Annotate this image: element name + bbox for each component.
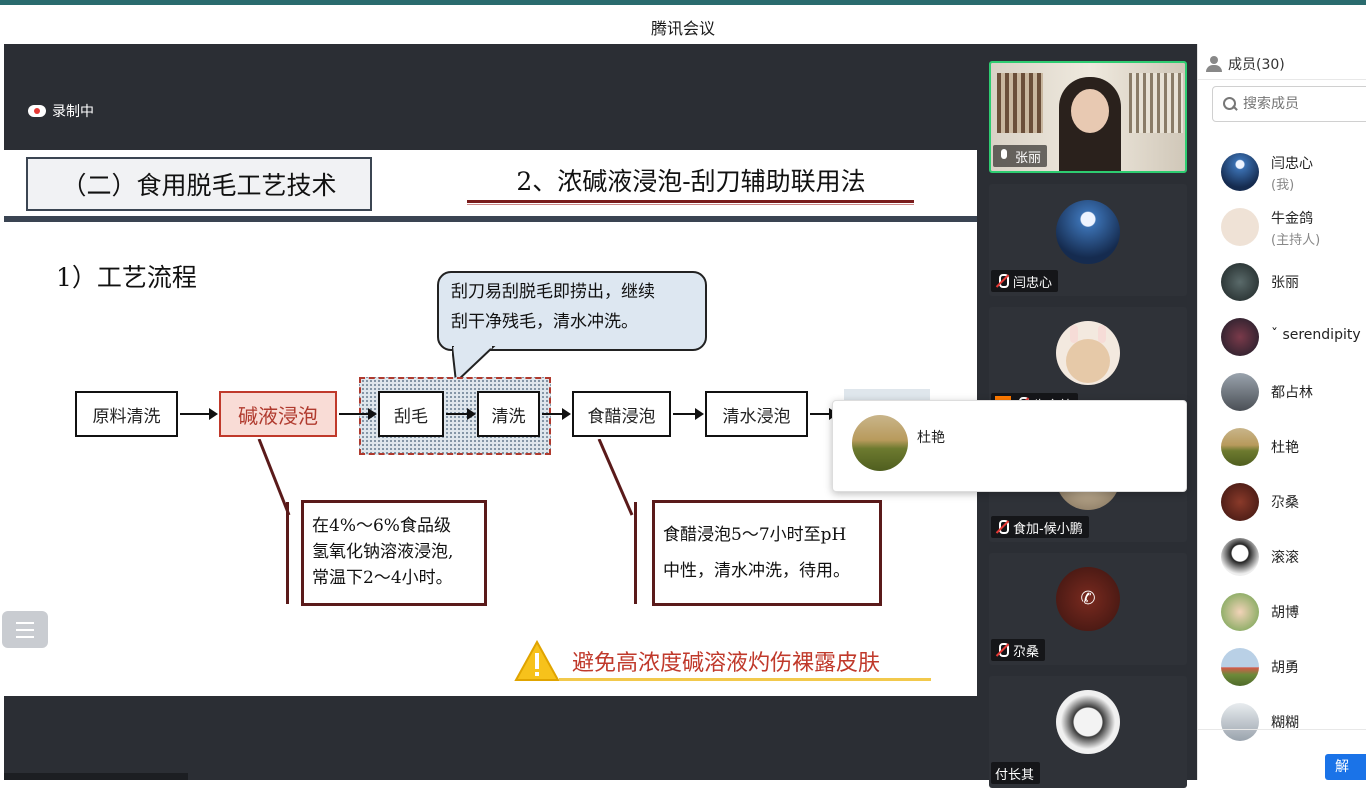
avatar [1221, 538, 1259, 576]
recording-indicator[interactable]: 录制中 [28, 101, 94, 121]
mic-muted-icon [995, 520, 1009, 534]
toolbar-menu-button[interactable] [2, 611, 48, 648]
phone-icon: ✆ [1080, 588, 1096, 609]
participant-name: 闫忠心 [1013, 275, 1053, 291]
flow-arrow [339, 408, 377, 420]
member-item[interactable]: 胡勇 [1198, 639, 1366, 694]
member-search[interactable] [1212, 86, 1366, 122]
warning-icon [514, 640, 560, 681]
note-alkali: 在4%～6%食品级 氢氧化钠溶液浸泡, 常温下2～4小时。 [301, 500, 487, 606]
section-heading: （二）食用脱毛工艺技术 [26, 157, 372, 211]
warning-text: 避免高浓度碱溶液灼伤裸露皮肤 [572, 651, 881, 676]
members-panel: 成员(30) 闫忠心 (我) 牛金鸽 (主持人) 张丽 ˇ serendipit… [1197, 44, 1366, 780]
video-tile[interactable]: 付长其 [989, 676, 1187, 788]
mic-muted-icon [995, 274, 1009, 288]
member-item[interactable]: 胡博 [1198, 584, 1366, 639]
avatar [1221, 703, 1259, 741]
participant-name: 张丽 [1015, 150, 1042, 166]
video-tile[interactable]: 闫忠心 [989, 184, 1187, 296]
recording-label: 录制中 [52, 104, 94, 120]
note2-pointer [597, 439, 634, 516]
warning-row: 避免高浓度碱溶液灼伤裸露皮肤 [514, 640, 880, 682]
member-item[interactable]: 闫忠心 (我) [1198, 144, 1366, 199]
cloud-record-icon [28, 105, 46, 117]
avatar [1221, 373, 1259, 411]
participant-name: 尕桑 [1013, 644, 1040, 660]
avatar [1071, 89, 1109, 133]
avatar [1056, 690, 1120, 754]
flow-arrow [673, 408, 704, 420]
member-item[interactable]: 杜艳 [1198, 419, 1366, 474]
avatar [1221, 483, 1259, 521]
speech-bubble: 刮刀易刮脱毛即捞出，继续 刮干净残毛，清水冲洗。 [437, 271, 707, 351]
member-list: 闫忠心 (我) 牛金鸽 (主持人) 张丽 ˇ serendipity 都占林 杜… [1198, 144, 1366, 749]
step-water-soak: 清水浸泡 [705, 391, 808, 437]
search-input[interactable] [1243, 96, 1363, 112]
avatar [1221, 153, 1259, 191]
step-wash: 清洗 [477, 391, 540, 437]
member-item[interactable]: 尕桑 [1198, 474, 1366, 529]
member-item[interactable]: 牛金鸽 (主持人) [1198, 199, 1366, 254]
members-header: 成员(30) [1206, 54, 1285, 74]
step-vinegar-soak: 食醋浸泡 [572, 391, 671, 437]
popup-name: 杜艳 [917, 430, 945, 446]
search-icon [1223, 97, 1237, 111]
title-bar: 腾讯会议 [0, 5, 1366, 44]
mic-muted-icon [995, 643, 1009, 657]
video-tile[interactable]: 张丽 [989, 61, 1187, 173]
bubble-line: 刮干净残毛，清水冲洗。 [451, 312, 638, 332]
member-item[interactable]: ˇ serendipity [1198, 309, 1366, 364]
avatar [1221, 648, 1259, 686]
avatar: ✆ [1056, 567, 1120, 631]
members-count: 成员(30) [1228, 57, 1285, 73]
avatar [1056, 200, 1120, 264]
unmute-all-button[interactable]: 解 [1325, 754, 1366, 780]
slide-title: 2、浓碱液浸泡-刮刀辅助联用法 [516, 167, 866, 196]
participant-name: 食加-候小鹏 [1013, 521, 1083, 537]
flow-arrow [542, 408, 571, 420]
member-item[interactable]: 糊糊 [1198, 694, 1366, 749]
step-raw-wash: 原料清洗 [75, 391, 178, 437]
avatar [1221, 428, 1259, 466]
slide-divider [4, 216, 977, 222]
bubble-line: 刮刀易刮脱毛即捞出，继续 [451, 282, 655, 302]
member-item[interactable]: 都占林 [1198, 364, 1366, 419]
avatar [1056, 321, 1120, 385]
note-vinegar: 食醋浸泡5～7小时至pH 中性，清水冲洗，待用。 [652, 500, 882, 606]
flow-arrow [180, 408, 218, 420]
avatar [852, 415, 908, 471]
slide-subtitle: 1）工艺流程 [56, 263, 197, 292]
participant-popup[interactable]: 杜艳 [832, 400, 1187, 492]
avatar [1221, 593, 1259, 631]
mic-on-icon [997, 149, 1011, 163]
step-scrape: 刮毛 [378, 391, 444, 437]
member-item[interactable]: 滚滚 [1198, 529, 1366, 584]
avatar [1221, 263, 1259, 301]
avatar [1221, 318, 1259, 356]
avatar [1221, 208, 1259, 246]
step-alkali-soak: 碱液浸泡 [219, 391, 337, 437]
member-item[interactable]: 张丽 [1198, 254, 1366, 309]
person-icon [1206, 56, 1222, 72]
window-title: 腾讯会议 [650, 19, 715, 38]
video-tile[interactable]: ✆ 尕桑 [989, 553, 1187, 665]
flow-arrow [446, 408, 476, 420]
